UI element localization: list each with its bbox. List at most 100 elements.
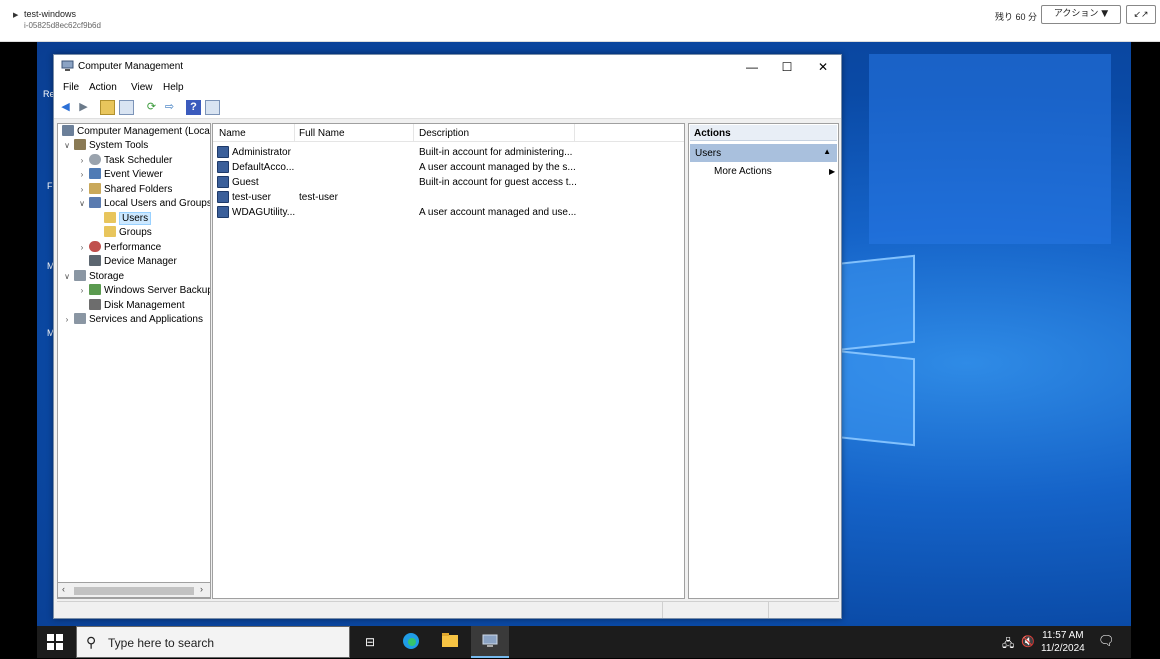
export-list-icon[interactable]: ⇨ (162, 100, 177, 115)
cell-full-name: test-user (299, 192, 338, 203)
menu-action[interactable]: Action (89, 82, 117, 93)
collapse-chevron-icon[interactable]: ∨ (62, 270, 72, 284)
taskbar-search-box[interactable]: ⚲ Type here to search (76, 626, 350, 658)
system-clock[interactable]: 11:57 AM 11/2/2024 (1041, 629, 1085, 655)
menu-help[interactable]: Help (163, 82, 184, 93)
tree-node-shared-folders[interactable]: › Shared Folders (77, 183, 172, 197)
instance-id: i-05825d8ec62cf9b6d (24, 21, 101, 30)
scroll-right-icon[interactable]: › (200, 584, 203, 594)
search-placeholder: Type here to search (108, 636, 215, 650)
user-icon (217, 206, 229, 218)
left-letterbox (0, 42, 37, 659)
submenu-arrow-icon: ▶ (829, 167, 836, 176)
tree-horizontal-scrollbar[interactable]: ‹ › (57, 582, 211, 598)
status-bar (57, 601, 839, 618)
tree-node-computer-management[interactable]: Computer Management (Local (60, 125, 210, 139)
expand-chevron-icon[interactable]: › (77, 183, 87, 197)
table-row[interactable]: Administrator Built-in account for admin… (213, 145, 684, 160)
help-icon[interactable]: ? (186, 100, 201, 115)
forward-icon[interactable]: ▶ (76, 100, 91, 115)
tree-node-device-manager[interactable]: Device Manager (87, 255, 177, 269)
menu-view[interactable]: View (131, 82, 153, 93)
column-header-description[interactable]: Description (419, 128, 469, 139)
expand-chevron-icon[interactable]: › (62, 313, 72, 327)
expand-chevron-icon[interactable]: › (77, 168, 87, 182)
task-view-icon[interactable]: ⊟ (360, 632, 380, 652)
tree-node-users[interactable]: Users (102, 212, 152, 226)
column-divider[interactable] (413, 124, 414, 142)
tree-node-services-and-applications[interactable]: › Services and Applications (62, 313, 203, 327)
list-header: Name Full Name Description (213, 124, 684, 142)
cell-description: A user account managed and use... (419, 207, 577, 218)
up-folder-icon[interactable] (100, 100, 115, 115)
table-row[interactable]: test-user test-user (213, 190, 684, 205)
scrollbar-thumb[interactable] (74, 587, 194, 595)
desktop-icon-label[interactable]: F (47, 181, 53, 191)
back-icon[interactable]: ◀ (58, 100, 73, 115)
volume-muted-icon[interactable]: 🔇 (1021, 635, 1035, 648)
user-icon (217, 161, 229, 173)
column-divider[interactable] (294, 124, 295, 142)
expand-chevron-icon[interactable]: › (77, 284, 87, 298)
expand-chevron-icon[interactable]: › (77, 154, 87, 168)
cell-description: A user account managed by the s... (419, 162, 576, 173)
title-bar[interactable]: Computer Management — ☐ ✕ (54, 55, 841, 79)
actions-section-label: Users (695, 148, 722, 159)
notification-center-icon[interactable]: 🗨 (1098, 633, 1115, 649)
computer-management-icon (62, 125, 74, 136)
minimize-button[interactable]: — (734, 57, 770, 77)
tree-node-system-tools[interactable]: ∨ System Tools (62, 139, 148, 153)
menu-file[interactable]: File (63, 82, 79, 93)
tree-node-performance[interactable]: › Performance (77, 241, 161, 255)
storage-icon (74, 270, 86, 281)
computer-management-icon (61, 60, 74, 71)
tree-node-event-viewer[interactable]: › Event Viewer (77, 168, 163, 182)
event-viewer-icon (89, 168, 101, 179)
tools-icon (74, 139, 86, 150)
desktop-light-panel (869, 54, 1111, 244)
actions-pane: Actions Users ▲ More Actions ▶ (688, 123, 839, 599)
maximize-button[interactable]: ☐ (769, 57, 805, 77)
expand-chevron-icon[interactable]: › (77, 241, 87, 255)
folder-icon (104, 226, 116, 237)
refresh-icon[interactable]: ⟳ (144, 100, 159, 115)
table-row[interactable]: WDAGUtility... A user account managed an… (213, 205, 684, 220)
file-explorer-icon[interactable] (440, 632, 460, 652)
users-icon (89, 197, 101, 208)
session-bar: ▶ test-windows i-05825d8ec62cf9b6d 残り 60… (0, 0, 1160, 42)
tree-node-storage[interactable]: ∨ Storage (62, 270, 124, 284)
right-letterbox (1131, 42, 1160, 659)
expand-caret-icon[interactable]: ▶ (13, 11, 18, 19)
scroll-left-icon[interactable]: ‹ (62, 584, 65, 594)
navigation-tree: Computer Management (Local ∨ System Tools… (57, 123, 211, 599)
tree-node-local-users-and-groups[interactable]: ∨ Local Users and Groups (77, 197, 210, 211)
actions-section-users[interactable]: Users ▲ (690, 144, 837, 162)
show-hide-tree-icon[interactable] (119, 100, 134, 115)
collapse-icon[interactable]: ↙↗ (1126, 5, 1156, 24)
column-header-name[interactable]: Name (219, 128, 246, 139)
collapse-chevron-icon[interactable]: ∨ (77, 197, 87, 211)
cell-description: Built-in account for administering... (419, 147, 573, 158)
tree-node-task-scheduler[interactable]: › Task Scheduler (77, 154, 172, 168)
more-actions-item[interactable]: More Actions ▶ (714, 166, 835, 177)
folder-icon (104, 212, 116, 223)
collapse-chevron-icon[interactable]: ∨ (62, 139, 72, 153)
status-divider (662, 602, 663, 618)
column-header-full-name[interactable]: Full Name (299, 128, 345, 139)
computer-management-taskbar-icon[interactable] (471, 626, 509, 658)
tree-node-windows-server-backup[interactable]: › Windows Server Backup (77, 284, 210, 298)
close-button[interactable]: ✕ (805, 57, 841, 77)
column-divider[interactable] (574, 124, 575, 142)
table-row[interactable]: DefaultAcco... A user account managed by… (213, 160, 684, 175)
tree-node-disk-management[interactable]: Disk Management (87, 299, 185, 313)
network-icon[interactable]: 🖧 (1002, 635, 1014, 654)
collapse-up-icon[interactable]: ▲ (823, 147, 831, 156)
tree-node-groups[interactable]: Groups (102, 226, 152, 240)
shared-folder-icon (89, 183, 101, 194)
table-row[interactable]: Guest Built-in account for guest access … (213, 175, 684, 190)
action-dropdown-button[interactable]: アクション ▼ (1041, 5, 1121, 24)
toolbar: ◀ ▶ ⟳ ⇨ ? (54, 97, 841, 119)
show-hide-action-pane-icon[interactable] (205, 100, 220, 115)
edge-browser-icon[interactable] (401, 632, 421, 652)
windows-start-icon[interactable] (47, 634, 63, 650)
